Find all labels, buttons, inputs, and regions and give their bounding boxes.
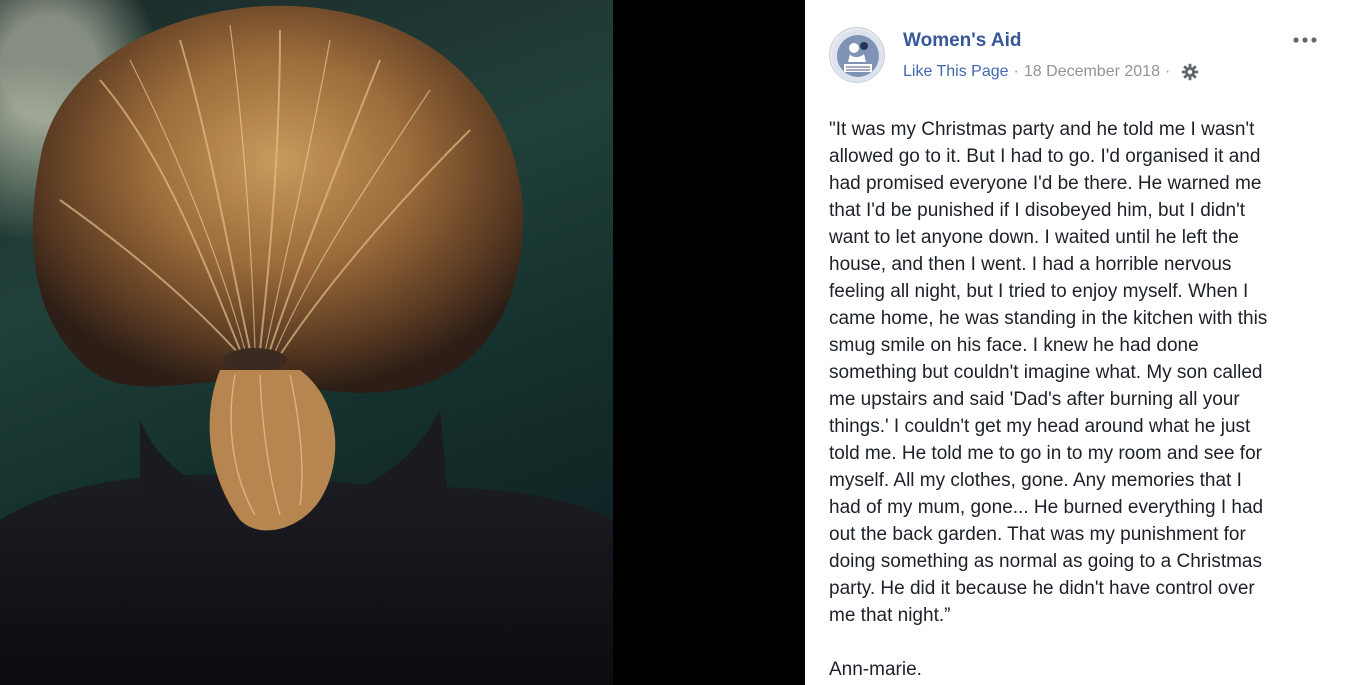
post-text: "It was my Christmas party and he told m… <box>829 116 1329 683</box>
post-text-line: allowed go to it. But I had to go. I'd o… <box>829 146 1261 167</box>
post-text-line: things.' I couldn't get my head around w… <box>829 416 1251 437</box>
post-text-line: want to let anyone down. I waited until … <box>829 227 1239 248</box>
post-text-line: that I'd be punished if I disobeyed him,… <box>829 200 1246 221</box>
post-text-line: myself. All my clothes, gone. Any memori… <box>829 470 1242 491</box>
page-name-link[interactable]: Women's Aid <box>903 30 1022 52</box>
photo-viewer <box>0 0 805 685</box>
post-photo[interactable] <box>0 0 613 685</box>
post-text-line: out the back garden. That was my punishm… <box>829 524 1246 545</box>
post-text-line: had of my mum, gone... He burned everyth… <box>829 497 1264 518</box>
post-text-line: "It was my Christmas party and he told m… <box>829 119 1255 140</box>
post-text-line: party. He did it because he didn't have … <box>829 578 1255 599</box>
gear-icon[interactable] <box>1181 63 1199 81</box>
post-quote: "It was my Christmas party and he told m… <box>829 116 1329 629</box>
like-page-link[interactable]: Like This Page <box>903 63 1009 81</box>
more-options-icon[interactable] <box>1290 30 1320 50</box>
womens-aid-logo-icon <box>832 30 884 82</box>
post-text-line: feeling all night, but I tried to enjoy … <box>829 281 1249 302</box>
photo-woman-hair-image <box>0 5 613 685</box>
meta-separator: · <box>1013 63 1019 80</box>
post-meta: Like This Page · 18 December 2018 · <box>903 63 1199 81</box>
post-text-line: told me. He told me to go in to my room … <box>829 443 1262 464</box>
meta-separator: · <box>1164 63 1171 80</box>
post-date[interactable]: 18 December 2018 <box>1024 63 1160 81</box>
post-text-line: came home, he was standing in the kitche… <box>829 308 1268 329</box>
post-text-line: something but couldn't imagine what. My … <box>829 362 1263 383</box>
post-text-line: me that night.” <box>829 605 951 626</box>
post-text-line: had promised everyone I'd be there. He w… <box>829 173 1262 194</box>
page-avatar[interactable] <box>829 27 885 83</box>
post-text-line: smug smile on his face. I knew he had do… <box>829 335 1199 356</box>
post-text-line: me upstairs and said 'Dad's after burnin… <box>829 389 1240 410</box>
post-signature: Ann-marie. <box>829 659 922 680</box>
post-text-line: doing something as normal as going to a … <box>829 551 1263 572</box>
post-text-line: house, and then I went. I had a horrible… <box>829 254 1232 275</box>
